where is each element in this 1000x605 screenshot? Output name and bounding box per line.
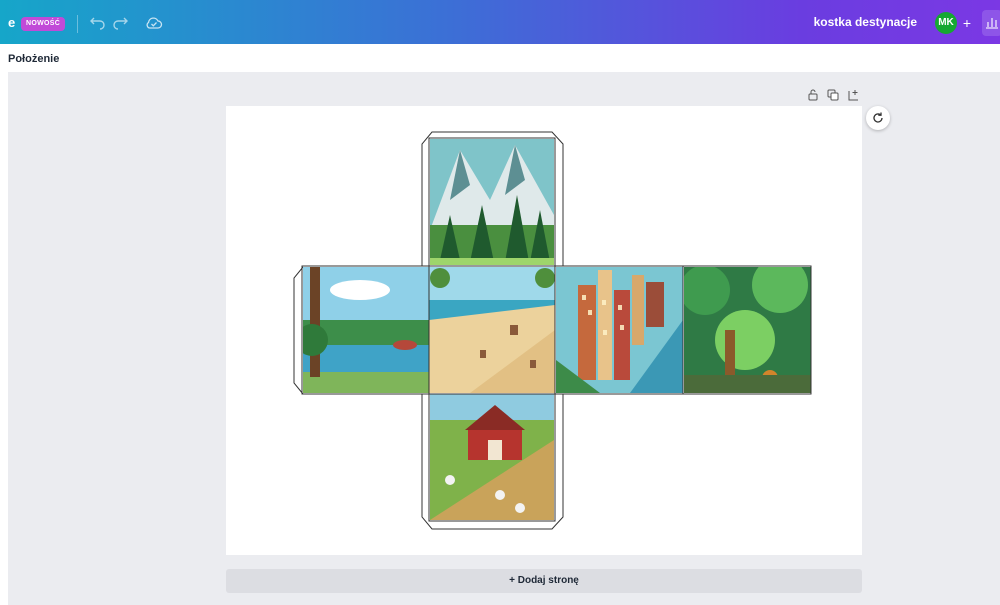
divider: [77, 15, 78, 33]
face-farm[interactable]: [430, 394, 554, 520]
insights-icon[interactable]: [982, 10, 1000, 36]
context-toolbar: Położenie: [0, 44, 1000, 72]
face-city[interactable]: [556, 267, 683, 393]
avatar[interactable]: MK: [935, 12, 957, 34]
top-bar: e NOWOŚĆ kostka destynacje MK +: [0, 0, 1000, 44]
face-beach[interactable]: [429, 267, 555, 393]
add-page-icon[interactable]: [846, 88, 860, 102]
face-lake[interactable]: [296, 267, 429, 393]
flap-left: [293, 266, 304, 395]
cloud-save-icon[interactable]: [145, 14, 163, 32]
face-mountains[interactable]: [430, 139, 554, 265]
redo-icon[interactable]: [112, 14, 130, 32]
lock-icon[interactable]: [806, 88, 820, 102]
duplicate-icon[interactable]: [826, 88, 840, 102]
home-letter[interactable]: e: [8, 15, 15, 30]
refresh-icon[interactable]: [866, 106, 890, 130]
document-title[interactable]: kostka destynacje: [814, 15, 917, 29]
face-forest[interactable]: [680, 257, 811, 393]
new-badge[interactable]: NOWOŚĆ: [21, 17, 66, 31]
position-button[interactable]: Położenie: [8, 53, 59, 65]
add-collaborator-button[interactable]: +: [958, 12, 976, 34]
undo-icon[interactable]: [88, 14, 106, 32]
add-page-button[interactable]: + Dodaj stronę: [226, 569, 862, 593]
